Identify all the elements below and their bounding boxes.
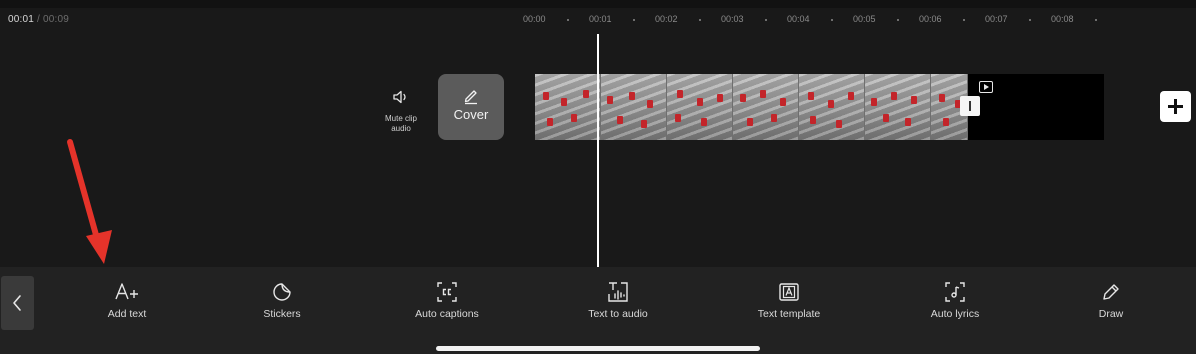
auto-lyrics-tool[interactable]: Auto lyrics [895, 281, 1015, 320]
ruler-label: 00:04 [787, 14, 810, 24]
ruler-label: 00:08 [1051, 14, 1074, 24]
ruler-dot [567, 19, 569, 21]
add-text-icon [115, 283, 138, 300]
time-separator: / [37, 14, 40, 25]
ruler-label: 00:02 [655, 14, 678, 24]
text-to-audio-label: Text to audio [588, 308, 648, 320]
video-clip[interactable] [535, 74, 968, 140]
ruler-dot [699, 19, 701, 21]
cover-label: Cover [453, 107, 489, 122]
add-text-label: Add text [107, 308, 147, 320]
ruler-dot [1095, 19, 1097, 21]
ruler-dot [831, 19, 833, 21]
captions-icon [437, 282, 457, 302]
mute-clip-audio-label: Mute clip audio [384, 114, 417, 133]
ruler-dot [963, 19, 965, 21]
text-template-icon [779, 283, 799, 301]
text-template-tool[interactable]: Text template [729, 281, 849, 320]
timecode: 00:01 / 00:09 [8, 14, 69, 25]
top-status-strip [0, 0, 1196, 8]
play-icon [979, 81, 993, 93]
stickers-tool[interactable]: Stickers [222, 281, 342, 320]
ruler-label: 00:06 [919, 14, 942, 24]
total-duration: 00:09 [42, 14, 70, 25]
ruler-label: 00:03 [721, 14, 744, 24]
ruler-dot [633, 19, 635, 21]
ruler-label: 00:00 [523, 14, 546, 24]
clip-frame [535, 74, 601, 140]
home-indicator[interactable] [436, 346, 760, 351]
auto-captions-label: Auto captions [415, 308, 479, 320]
sticker-icon [273, 283, 291, 301]
draw-label: Draw [1098, 308, 1124, 320]
clip-frame [601, 74, 667, 140]
ruler-dot [1029, 19, 1031, 21]
playhead[interactable] [597, 34, 599, 268]
text-template-label: Text template [757, 308, 821, 320]
back-button[interactable] [1, 276, 34, 330]
text-to-audio-icon [608, 282, 628, 302]
clip-frame [667, 74, 733, 140]
clip-frame [865, 74, 931, 140]
clip-frame [733, 74, 799, 140]
ruler-label: 00:05 [853, 14, 876, 24]
current-time: 00:01 [8, 14, 35, 25]
add-text-tool[interactable]: Add text [67, 281, 187, 320]
transition-handle[interactable] [960, 96, 980, 116]
mute-clip-audio-button[interactable]: Mute clip audio [378, 88, 424, 134]
draw-tool[interactable]: Draw [1051, 281, 1171, 320]
ruler-dot [897, 19, 899, 21]
annotation-arrow [67, 139, 112, 264]
pencil-icon [1103, 284, 1119, 300]
auto-lyrics-label: Auto lyrics [930, 308, 980, 320]
stickers-label: Stickers [263, 308, 301, 320]
auto-captions-tool[interactable]: Auto captions [387, 281, 507, 320]
add-clip-button[interactable] [1160, 91, 1191, 122]
cover-button[interactable]: Cover [438, 74, 504, 140]
clip-frame [799, 74, 865, 140]
edit-pencil-icon [464, 90, 477, 105]
lyrics-icon [945, 282, 965, 302]
chevron-left-icon [13, 295, 21, 311]
ruler-dot [765, 19, 767, 21]
ruler-label: 00:07 [985, 14, 1008, 24]
text-to-audio-tool[interactable]: Text to audio [558, 281, 678, 320]
speaker-icon [393, 90, 406, 104]
ruler-label: 00:01 [589, 14, 612, 24]
